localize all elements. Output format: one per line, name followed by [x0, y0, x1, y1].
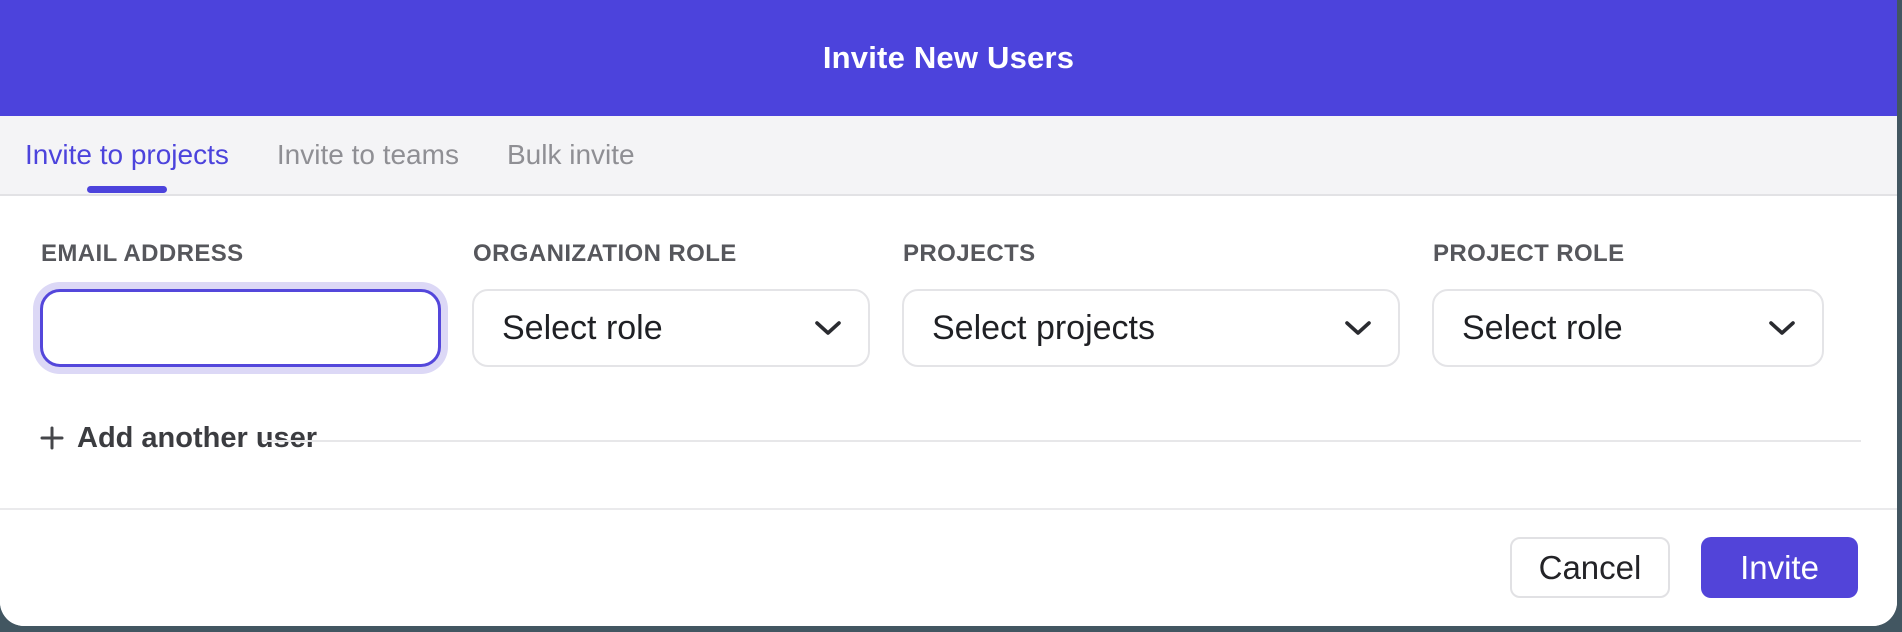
projects-select[interactable]: Select projects	[902, 289, 1400, 367]
select-value: Select projects	[932, 309, 1155, 348]
organization-role-label: ORGANIZATION ROLE	[473, 240, 737, 268]
dialog-footer: Cancel Invite	[0, 510, 1897, 626]
tab-bulk-invite[interactable]: Bulk invite	[507, 116, 635, 194]
select-value: Select role	[502, 309, 663, 348]
add-another-user-button[interactable]: Add another user	[40, 420, 317, 456]
email-field-group: EMAIL ADDRESS	[40, 196, 441, 508]
tab-bar: Invite to projects Invite to teams Bulk …	[0, 116, 1897, 196]
plus-icon	[40, 426, 64, 450]
dialog-title: Invite New Users	[823, 40, 1074, 76]
projects-field-group: PROJECTS Select projects	[902, 196, 1400, 508]
cancel-button[interactable]: Cancel	[1510, 537, 1670, 598]
tab-invite-to-projects[interactable]: Invite to projects	[25, 116, 229, 194]
project-role-field-group: PROJECT ROLE Select role	[1432, 196, 1824, 508]
tab-label: Invite to teams	[277, 139, 459, 171]
tab-invite-to-teams[interactable]: Invite to teams	[277, 116, 459, 194]
chevron-down-icon	[1768, 320, 1796, 336]
project-role-label: PROJECT ROLE	[1433, 240, 1625, 268]
chevron-down-icon	[1344, 320, 1372, 336]
add-another-user-label: Add another user	[77, 422, 317, 455]
email-input[interactable]	[40, 289, 441, 367]
organization-role-select[interactable]: Select role	[472, 289, 870, 367]
divider-line	[262, 440, 1861, 442]
chevron-down-icon	[814, 320, 842, 336]
tab-label: Invite to projects	[25, 139, 229, 171]
tab-label: Bulk invite	[507, 139, 635, 171]
invite-form: EMAIL ADDRESS ORGANIZATION ROLE Select r…	[0, 196, 1897, 508]
email-address-label: EMAIL ADDRESS	[41, 240, 244, 268]
organization-role-field-group: ORGANIZATION ROLE Select role	[472, 196, 870, 508]
project-role-select[interactable]: Select role	[1432, 289, 1824, 367]
projects-label: PROJECTS	[903, 240, 1036, 268]
select-value: Select role	[1462, 309, 1623, 348]
dialog-header: Invite New Users	[0, 0, 1897, 116]
invite-button[interactable]: Invite	[1701, 537, 1858, 598]
invite-dialog: Invite New Users Invite to projects Invi…	[0, 0, 1897, 626]
